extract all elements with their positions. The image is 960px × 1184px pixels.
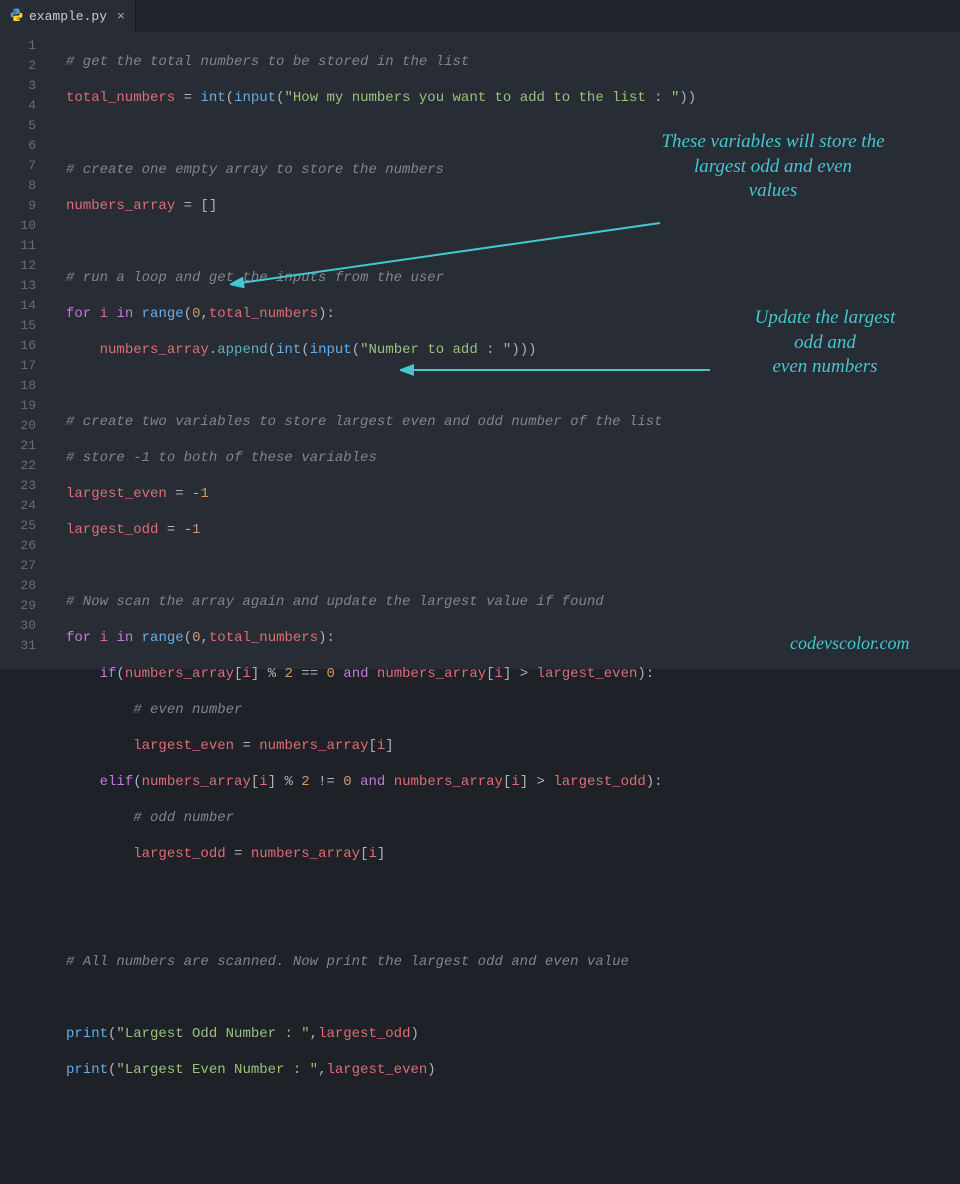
code-line [66,376,696,396]
code-line: largest_even = -1 [66,484,696,504]
code-line [66,880,696,900]
code-line: for i in range(0,total_numbers): [66,304,696,324]
watermark: codevscolor.com [790,632,909,655]
code-line: # get the total numbers to be stored in … [66,52,696,72]
code-line: # odd number [66,808,696,828]
code-line: if(numbers_array[i] % 2 == 0 and numbers… [66,664,696,684]
code-line [66,988,696,1008]
code-area: # get the total numbers to be stored in … [50,32,696,669]
code-line: # run a loop and get the inputs from the… [66,268,696,288]
code-line: largest_odd = -1 [66,520,696,540]
code-line: # even number [66,700,696,720]
code-line: # store -1 to both of these variables [66,448,696,468]
code-line: largest_even = numbers_array[i] [66,736,696,756]
annotation-variables: These variables will store the largest o… [608,130,938,204]
code-line: for i in range(0,total_numbers): [66,628,696,648]
code-line: elif(numbers_array[i] % 2 != 0 and numbe… [66,772,696,792]
code-line: largest_odd = numbers_array[i] [66,844,696,864]
code-line: # All numbers are scanned. Now print the… [66,952,696,972]
code-line: print("Largest Even Number : ",largest_e… [66,1060,696,1080]
file-tab[interactable]: example.py × [0,0,136,32]
python-icon [10,8,23,25]
code-line: numbers_array = [] [66,196,696,216]
code-line: # Now scan the array again and update th… [66,592,696,612]
code-line: # create one empty array to store the nu… [66,160,696,180]
code-line [66,1132,696,1152]
code-line: print("Largest Odd Number : ",largest_od… [66,1024,696,1044]
code-line: numbers_array.append(int(input("Number t… [66,340,696,360]
tab-filename: example.py [29,9,107,24]
code-line: # create two variables to store largest … [66,412,696,432]
code-line: total_numbers = int(input("How my number… [66,88,696,108]
code-line [66,1096,696,1116]
code-line [66,556,696,576]
annotation-update: Update the largest odd and even numbers [720,306,930,380]
tab-bar: example.py × [0,0,960,32]
line-gutter: 1234567891011121314151617181920212223242… [0,32,50,669]
code-line [66,124,696,144]
code-line [66,232,696,252]
code-line [66,916,696,936]
close-icon[interactable]: × [117,9,125,24]
